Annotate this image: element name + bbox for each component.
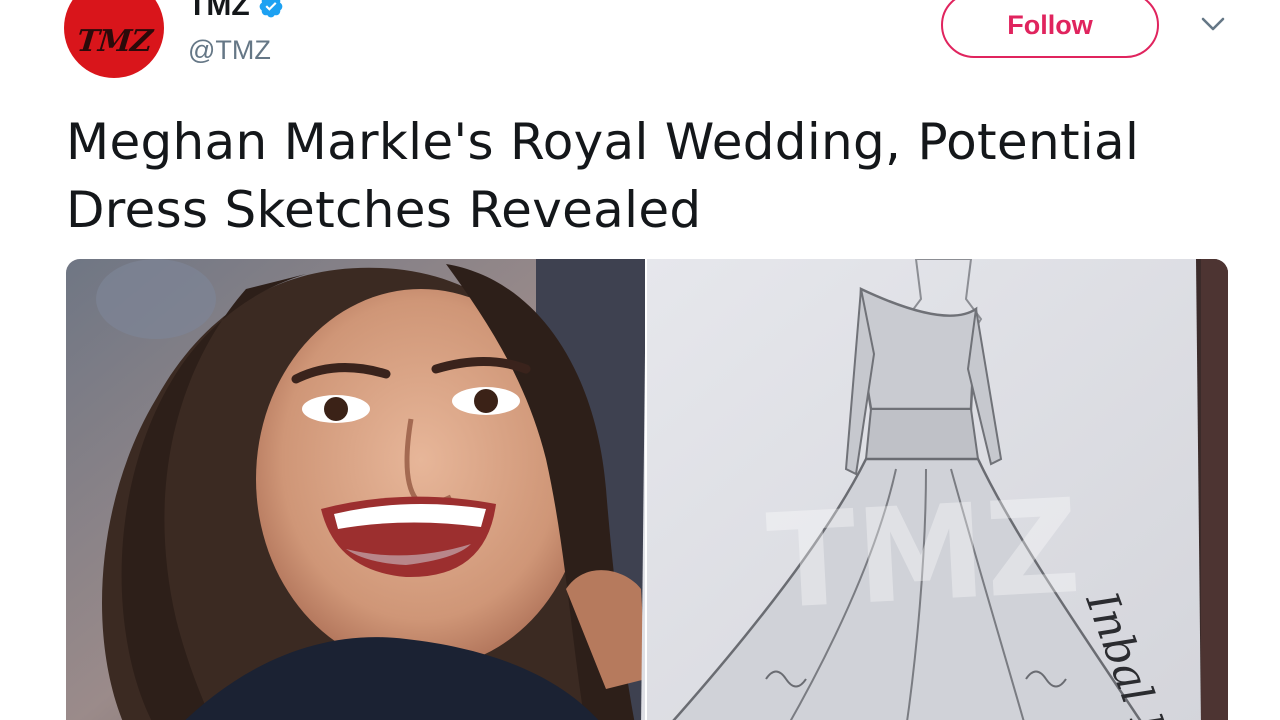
follow-button[interactable]: Follow — [941, 0, 1159, 58]
author-name[interactable]: TMZ — [188, 0, 250, 24]
tweet-card: TMZ TMZ @TMZ Follow Meghan Markle's Roya… — [0, 0, 1280, 720]
chevron-down-icon[interactable] — [1200, 14, 1226, 34]
tweet-text: Meghan Markle's Royal Wedding, Potential… — [66, 108, 1216, 244]
tweet-text-line-2: Dress Sketches Revealed — [66, 181, 702, 239]
author-block: TMZ @TMZ — [188, 0, 284, 66]
author-handle[interactable]: @TMZ — [188, 34, 284, 66]
woman-smiling-photo — [66, 259, 646, 720]
wedding-dress-sketch-photo: TMZ Inbal D — [641, 259, 1228, 720]
verified-badge-icon — [259, 0, 283, 18]
tweet-media[interactable]: TMZ Inbal D — [66, 259, 1228, 720]
media-collage: TMZ Inbal D — [66, 259, 1228, 720]
author-name-row: TMZ — [188, 0, 284, 24]
tmz-watermark: TMZ — [764, 470, 1084, 638]
tweet-text-line-1: Meghan Markle's Royal Wedding, Potential — [66, 113, 1140, 171]
avatar[interactable]: TMZ — [64, 0, 164, 78]
avatar-logo: TMZ — [74, 23, 154, 59]
